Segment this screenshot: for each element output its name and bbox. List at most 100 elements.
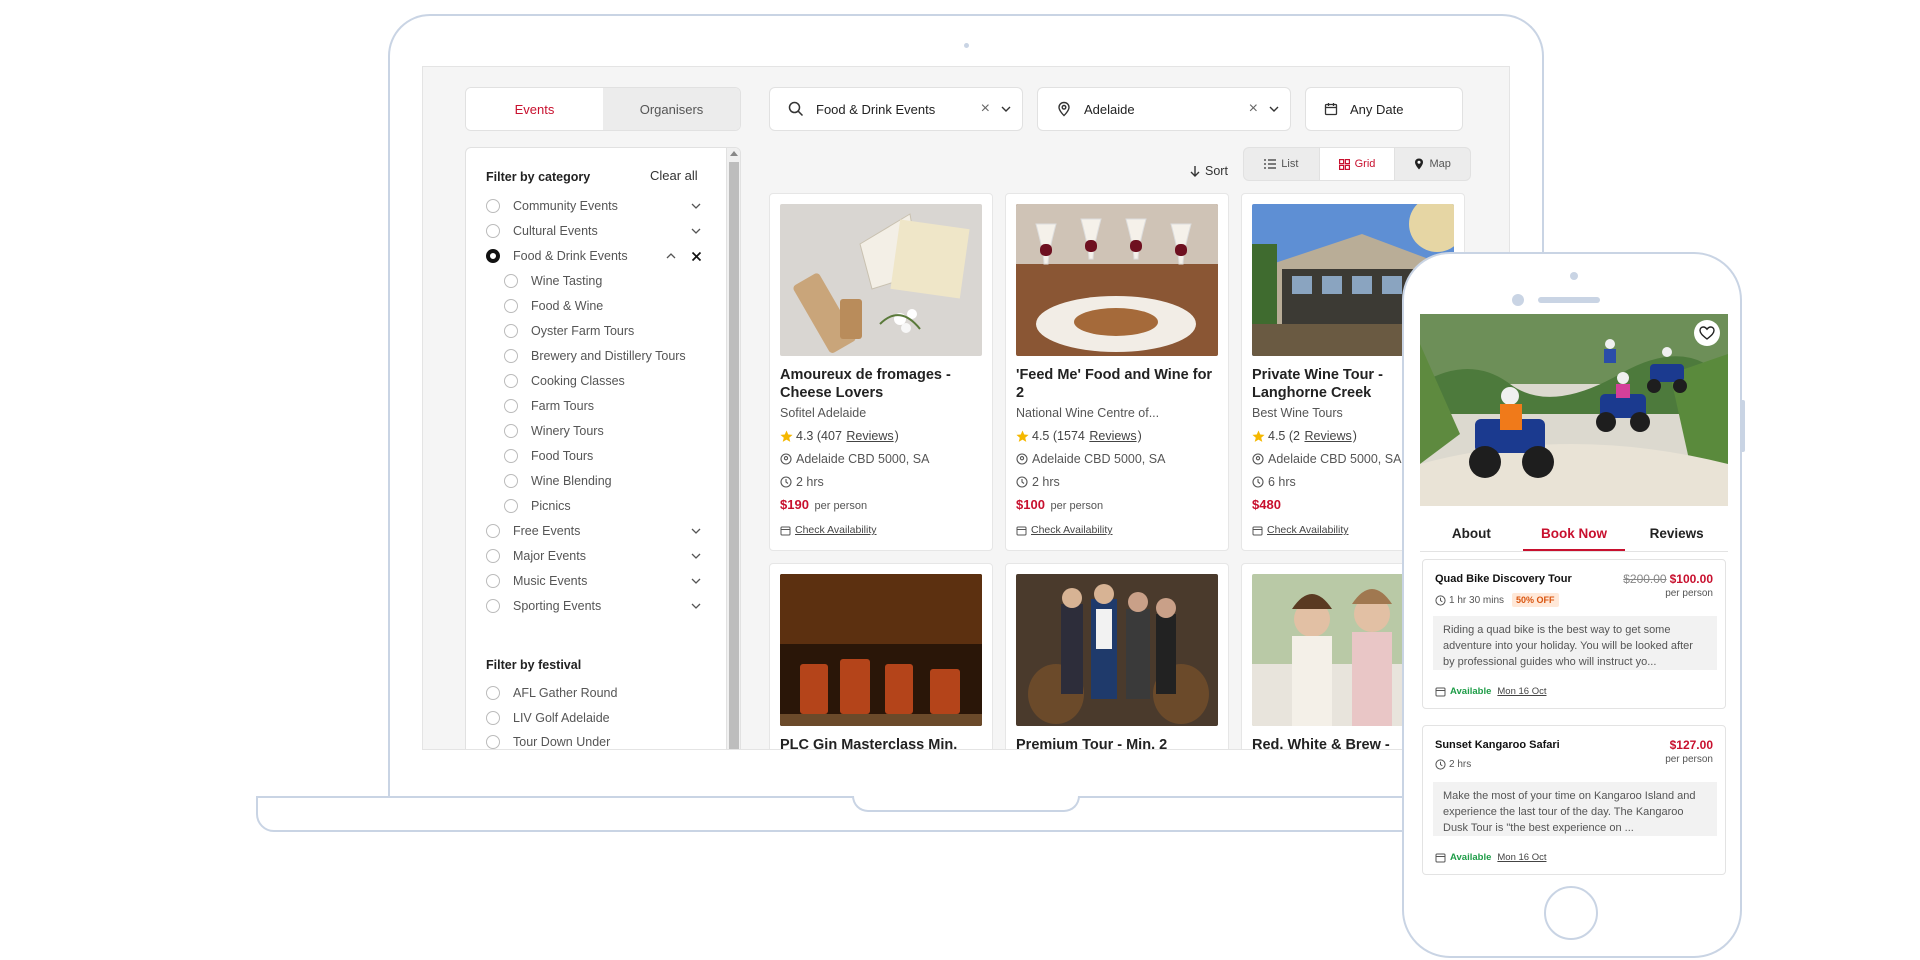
radio[interactable]	[486, 549, 500, 563]
availability-date-link[interactable]: Mon 16 Oct	[1497, 852, 1546, 863]
subcategory-farm-tours[interactable]: Farm Tours	[504, 396, 702, 416]
subcategory-food-tours[interactable]: Food Tours	[504, 446, 702, 466]
festival-item-tour-down-under[interactable]: Tour Down Under	[486, 732, 702, 749]
chevron-down-icon[interactable]	[1000, 103, 1012, 115]
subcategory-winery-tours[interactable]: Winery Tours	[504, 421, 702, 441]
tour-option-card[interactable]: Quad Bike Discovery Tour $200.00 $100.00 …	[1422, 559, 1726, 709]
category-item-cultural[interactable]: Cultural Events	[486, 221, 702, 241]
subcategory-wine-tasting[interactable]: Wine Tasting	[504, 271, 702, 291]
event-organiser[interactable]: Sofitel Adelaide	[780, 406, 985, 420]
radio[interactable]	[486, 599, 500, 613]
event-card[interactable]: 'Feed Me' Food and Wine for 2 National W…	[1005, 193, 1229, 551]
event-card[interactable]: Amoureux de fromages - Cheese Lovers Sof…	[769, 193, 993, 551]
clear-location-icon[interactable]: ×	[1249, 101, 1258, 117]
calendar-icon	[1016, 526, 1027, 535]
favourite-button[interactable]	[1694, 320, 1720, 346]
radio[interactable]	[504, 474, 518, 488]
chevron-down-icon[interactable]	[690, 225, 702, 237]
radio[interactable]	[486, 711, 500, 725]
event-card[interactable]: Premium Tour - Min. 2	[1005, 563, 1229, 749]
calendar-icon	[1324, 103, 1338, 116]
check-availability[interactable]: Check Availability	[780, 524, 877, 536]
check-availability[interactable]: Check Availability	[1016, 524, 1113, 536]
date-field[interactable]: Any Date	[1305, 87, 1463, 131]
chevron-down-icon[interactable]	[690, 525, 702, 537]
category-item-sporting[interactable]: Sporting Events	[486, 596, 702, 616]
radio[interactable]	[486, 686, 500, 700]
festival-item-liv-golf[interactable]: LIV Golf Adelaide	[486, 708, 702, 728]
tab-book-now[interactable]: Book Now	[1522, 522, 1626, 551]
chevron-down-icon[interactable]	[690, 200, 702, 212]
chevron-down-icon[interactable]	[690, 575, 702, 587]
radio[interactable]	[486, 224, 500, 238]
check-availability-link[interactable]: Check Availability	[795, 524, 877, 536]
tab-events[interactable]: Events	[466, 88, 603, 130]
clear-all-link[interactable]: Clear all	[650, 168, 698, 183]
category-item-free[interactable]: Free Events	[486, 521, 702, 541]
availability-date-link[interactable]: Mon 16 Oct	[1497, 686, 1546, 697]
radio[interactable]	[504, 299, 518, 313]
tour-availability[interactable]: Available Mon 16 Oct	[1435, 686, 1546, 697]
scroll-up-arrow-icon[interactable]	[730, 151, 738, 156]
event-title[interactable]: 'Feed Me' Food and Wine for 2	[1016, 366, 1221, 402]
reviews-link[interactable]: Reviews	[1089, 429, 1136, 443]
chevron-down-icon[interactable]	[690, 600, 702, 612]
close-icon[interactable]	[691, 251, 702, 262]
subcategory-picnics[interactable]: Picnics	[504, 496, 702, 516]
tour-availability[interactable]: Available Mon 16 Oct	[1435, 852, 1546, 863]
view-map-button[interactable]: Map	[1395, 148, 1470, 180]
reviews-link[interactable]: Reviews	[1304, 429, 1351, 443]
phone-sensor	[1512, 294, 1524, 306]
check-availability[interactable]: Check Availability	[1252, 524, 1349, 536]
check-availability-link[interactable]: Check Availability	[1267, 524, 1349, 536]
radio[interactable]	[504, 449, 518, 463]
reviews-link[interactable]: Reviews	[846, 429, 893, 443]
radio[interactable]	[504, 274, 518, 288]
radio[interactable]	[486, 524, 500, 538]
chevron-down-icon[interactable]	[690, 550, 702, 562]
event-title[interactable]: Premium Tour - Min. 2	[1016, 736, 1221, 749]
location-field[interactable]: Adelaide ×	[1037, 87, 1291, 131]
tab-organisers[interactable]: Organisers	[603, 88, 740, 130]
category-search-field[interactable]: Food & Drink Events ×	[769, 87, 1023, 131]
subcategory-brewery-distillery[interactable]: Brewery and Distillery Tours	[504, 346, 702, 366]
subcategory-oyster-farm-tours[interactable]: Oyster Farm Tours	[504, 321, 702, 341]
radio[interactable]	[504, 499, 518, 513]
category-item-music[interactable]: Music Events	[486, 571, 702, 591]
category-filter-heading: Filter by category	[486, 170, 591, 184]
duration-text: 2 hrs	[1449, 759, 1472, 770]
radio[interactable]	[504, 324, 518, 338]
radio[interactable]	[486, 199, 500, 213]
radio[interactable]	[504, 424, 518, 438]
event-card[interactable]: PLC Gin Masterclass Min.	[769, 563, 993, 749]
event-title[interactable]: Amoureux de fromages - Cheese Lovers	[780, 366, 985, 402]
tab-about[interactable]: About	[1420, 522, 1523, 551]
scrollbar-thumb[interactable]	[729, 162, 739, 749]
clear-category-icon[interactable]: ×	[981, 101, 990, 117]
view-grid-button[interactable]: Grid	[1319, 148, 1396, 180]
subcategory-cooking-classes[interactable]: Cooking Classes	[504, 371, 702, 391]
festival-item-afl[interactable]: AFL Gather Round	[486, 683, 702, 703]
chevron-up-icon[interactable]	[665, 250, 677, 262]
category-item-community[interactable]: Community Events	[486, 196, 702, 216]
radio[interactable]	[486, 574, 500, 588]
phone-home-button[interactable]	[1544, 886, 1598, 940]
sort-button[interactable]: Sort	[1189, 155, 1228, 187]
subcategory-wine-blending[interactable]: Wine Blending	[504, 471, 702, 491]
subcategory-food-wine[interactable]: Food & Wine	[504, 296, 702, 316]
view-list-button[interactable]: List	[1244, 148, 1320, 180]
radio[interactable]	[504, 399, 518, 413]
event-title[interactable]: PLC Gin Masterclass Min.	[780, 736, 985, 749]
category-item-food-drink[interactable]: Food & Drink Events	[486, 246, 702, 266]
check-availability-link[interactable]: Check Availability	[1031, 524, 1113, 536]
radio[interactable]	[504, 349, 518, 363]
radio-selected[interactable]	[486, 249, 500, 263]
tab-reviews[interactable]: Reviews	[1625, 522, 1728, 551]
tour-option-card[interactable]: Sunset Kangaroo Safari $127.00 per perso…	[1422, 725, 1726, 875]
category-item-major[interactable]: Major Events	[486, 546, 702, 566]
chevron-down-icon[interactable]	[1268, 103, 1280, 115]
event-organiser[interactable]: National Wine Centre of...	[1016, 406, 1221, 420]
radio[interactable]	[486, 735, 500, 749]
radio[interactable]	[504, 374, 518, 388]
sidebar-scrollbar[interactable]	[726, 148, 740, 749]
